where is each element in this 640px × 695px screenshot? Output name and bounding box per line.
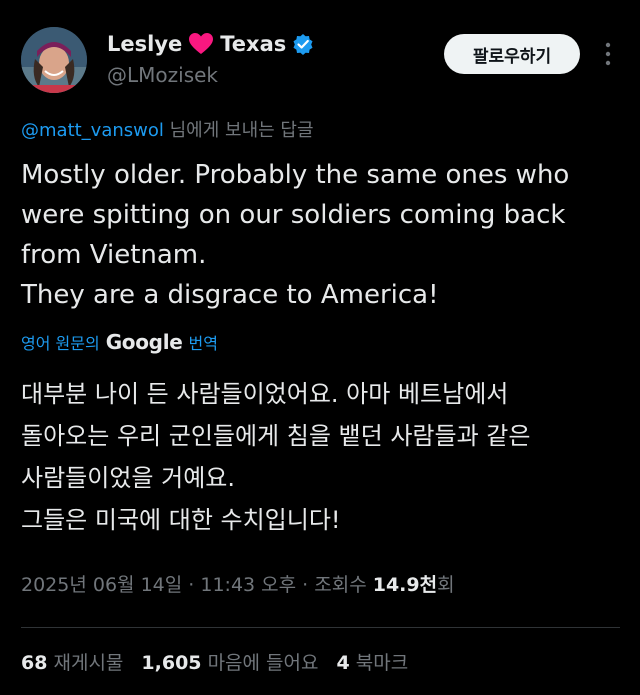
tweet-time[interactable]: 11:43 오후 bbox=[200, 574, 296, 596]
more-vertical-icon[interactable] bbox=[598, 40, 618, 68]
meta-separator: · bbox=[296, 574, 315, 596]
likes-count: 1,605 bbox=[141, 652, 202, 674]
display-name-part2: Texas bbox=[220, 32, 287, 56]
translated-text: 대부분 나이 든 사람들이었어요. 아마 베트남에서 돌아오는 우리 군인들에게… bbox=[21, 380, 531, 534]
author-handle[interactable]: @LMozisek bbox=[107, 63, 218, 87]
reposts-count: 68 bbox=[21, 652, 48, 674]
reply-context: @matt_vanswol 님에게 보내는 답글 bbox=[21, 116, 314, 142]
tweet-header: Leslye Texas @LMozisek 팔로우하기 bbox=[0, 0, 640, 100]
divider bbox=[21, 627, 620, 628]
likes-stat[interactable]: 1,605 마음에 들어요 bbox=[141, 652, 318, 674]
reply-mention-link[interactable]: @matt_vanswol bbox=[21, 120, 164, 141]
translation-prefix: 영어 원문의 bbox=[21, 334, 100, 353]
verified-badge-icon bbox=[292, 33, 314, 55]
avatar-image bbox=[21, 27, 87, 93]
reply-context-suffix: 님에게 보내는 답글 bbox=[163, 120, 314, 141]
bookmarks-label: 북마크 bbox=[349, 652, 409, 674]
bookmarks-stat[interactable]: 4 북마크 bbox=[337, 652, 409, 674]
author-name-row[interactable]: Leslye Texas bbox=[107, 32, 314, 56]
display-name-part1: Leslye bbox=[107, 32, 183, 56]
views-unit: 회 bbox=[437, 574, 455, 596]
translation-suffix: 번역 bbox=[188, 334, 218, 353]
views-label: 조회수 bbox=[314, 574, 373, 596]
avatar[interactable] bbox=[21, 27, 87, 93]
tweet-text: Mostly older. Probably the same ones who… bbox=[21, 160, 570, 310]
heart-icon bbox=[188, 32, 214, 56]
follow-button[interactable]: 팔로우하기 bbox=[444, 34, 580, 74]
engagement-stats: 68 재게시물 1,605 마음에 들어요 4 북마크 bbox=[21, 648, 408, 675]
views-count: 14.9천 bbox=[372, 574, 438, 596]
google-logo: Google bbox=[105, 330, 183, 354]
translation-attribution[interactable]: 영어 원문의 Google 번역 bbox=[21, 330, 218, 354]
tweet-metadata: 2025년 06월 14일 · 11:43 오후 · 조회수 14.9천회 bbox=[21, 570, 455, 597]
bookmarks-count: 4 bbox=[336, 652, 350, 674]
reposts-label: 재게시물 bbox=[47, 652, 124, 674]
tweet-date[interactable]: 2025년 06월 14일 bbox=[21, 574, 182, 596]
meta-separator: · bbox=[182, 574, 201, 596]
likes-label: 마음에 들어요 bbox=[201, 652, 319, 674]
reposts-stat[interactable]: 68 재게시물 bbox=[21, 652, 123, 674]
